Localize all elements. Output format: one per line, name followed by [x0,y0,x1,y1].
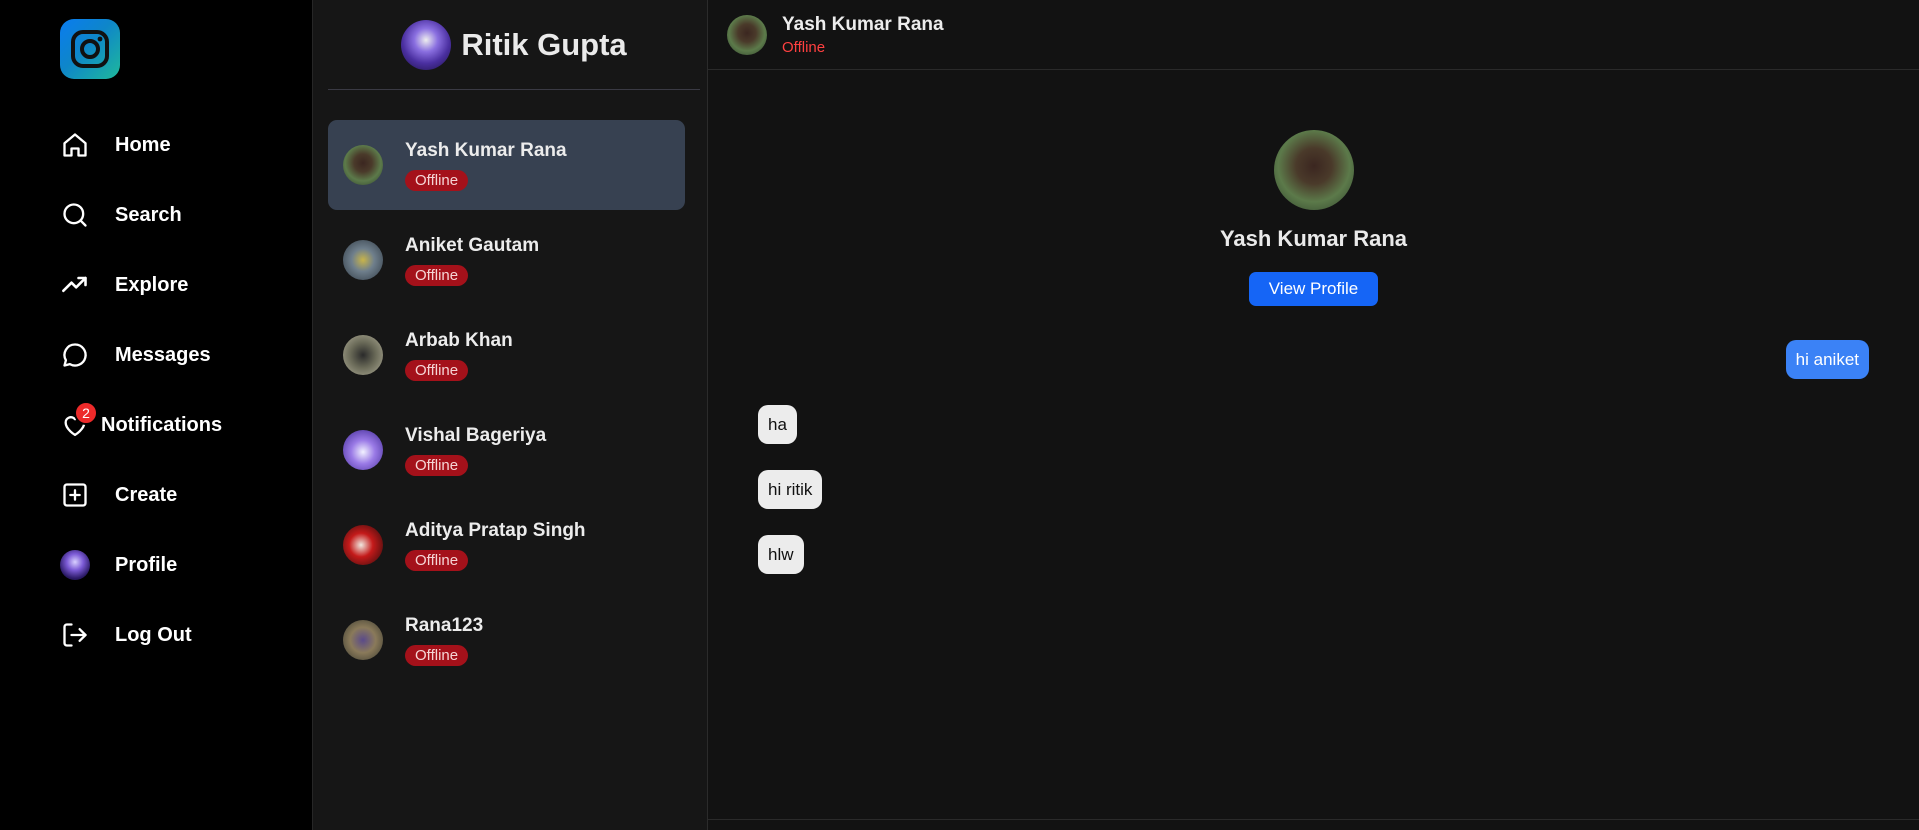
status-badge: Offline [405,264,469,286]
profile-name: Yash Kumar Rana [1219,226,1408,251]
nav-item-label: Home [115,133,171,156]
status-badge: Offline [405,549,469,571]
chat-header-name: Yash Kumar Rana [782,13,944,35]
current-user-name: Ritik Gupta [461,26,627,62]
conversation-info: Rana123 Offline [405,615,483,666]
chat-bubble-icon [60,340,90,370]
nav-item-logout[interactable]: Log Out [60,600,300,670]
conversation-item[interactable]: Arbab Khan Offline [328,310,685,400]
nav-item-label: Search [115,203,182,226]
nav-item-explore[interactable]: Explore [60,250,300,320]
nav-item-label: Log Out [115,623,192,646]
conversation-info: Vishal Bageriya Offline [405,425,546,476]
avatar [60,550,90,580]
logout-icon [60,620,90,650]
nav-list: Home Search Explore Messages 2 Notificat… [60,110,300,670]
chat-header-info: Yash Kumar Rana Offline [782,14,944,56]
search-icon [60,200,90,230]
avatar[interactable] [727,14,767,55]
chat-header: Yash Kumar Rana Offline [708,0,1919,70]
nav-item-home[interactable]: Home [60,110,300,180]
sidebar-nav: Home Search Explore Messages 2 Notificat… [0,0,313,830]
nav-item-label: Notifications [101,413,223,436]
app: Home Search Explore Messages 2 Notificat… [0,0,1919,830]
instagram-logo-icon[interactable] [60,19,120,79]
conversation-name: Aniket Gautam [405,234,540,256]
message-incoming: hlw [758,535,804,574]
nav-item-create[interactable]: Create [60,460,300,530]
conversation-item[interactable]: Aditya Pratap Singh Offline [328,500,685,590]
notification-count-badge: 2 [74,401,98,425]
status-badge: Offline [405,454,469,476]
message-outgoing: hi aniket [1785,340,1869,379]
nav-item-label: Explore [115,273,189,296]
avatar [343,145,383,185]
plus-square-icon [60,480,90,510]
status-badge: Offline [405,169,469,191]
conversation-info: Aniket Gautam Offline [405,235,539,286]
conversation-name: Rana123 [405,614,484,636]
trending-icon [60,270,90,300]
avatar [343,525,383,565]
chat-header-status: Offline [782,38,826,56]
conversation-name: Aditya Pratap Singh [405,519,586,541]
status-badge: Offline [405,644,469,666]
nav-item-messages[interactable]: Messages [60,320,300,390]
nav-item-label: Messages [115,343,211,366]
current-user-avatar [401,19,452,70]
message-incoming: ha [758,405,797,444]
chat-footer-divider [708,819,1919,820]
message-incoming: hi ritik [758,470,823,509]
avatar [1273,130,1354,210]
conversation-name: Yash Kumar Rana [405,139,567,161]
conversation-info: Arbab Khan Offline [405,330,513,381]
avatar [343,335,383,375]
status-badge: Offline [405,359,469,381]
current-user-header: Ritik Gupta [328,0,700,90]
conversation-list: Yash Kumar Rana Offline Aniket Gautam Of… [328,120,685,690]
nav-item-label: Create [115,483,178,506]
profile-avatar [60,550,90,580]
avatar [343,430,383,470]
conversation-item[interactable]: Vishal Bageriya Offline [328,405,685,495]
chat-profile-card: Yash Kumar Rana View Profile [708,130,1919,306]
nav-item-profile[interactable]: Profile [60,530,300,600]
nav-item-notifications[interactable]: 2 Notifications [60,390,300,460]
conversation-info: Yash Kumar Rana Offline [405,140,567,191]
view-profile-button[interactable]: View Profile [1248,272,1379,306]
conversation-item[interactable]: Yash Kumar Rana Offline [328,120,685,210]
conversation-item[interactable]: Aniket Gautam Offline [328,215,685,305]
home-icon [60,130,90,160]
nav-item-label: Profile [115,553,178,576]
avatar [343,240,383,280]
conversation-item[interactable]: Rana123 Offline [328,595,685,685]
conversation-name: Arbab Khan [405,329,513,351]
avatar [343,620,383,660]
nav-item-search[interactable]: Search [60,180,300,250]
conversation-info: Aditya Pratap Singh Offline [405,520,586,571]
conversation-panel: Ritik Gupta Yash Kumar Rana Offline Anik… [313,0,708,830]
chat-panel: Yash Kumar Rana Offline Yash Kumar Rana … [708,0,1919,830]
conversation-name: Vishal Bageriya [405,424,547,446]
